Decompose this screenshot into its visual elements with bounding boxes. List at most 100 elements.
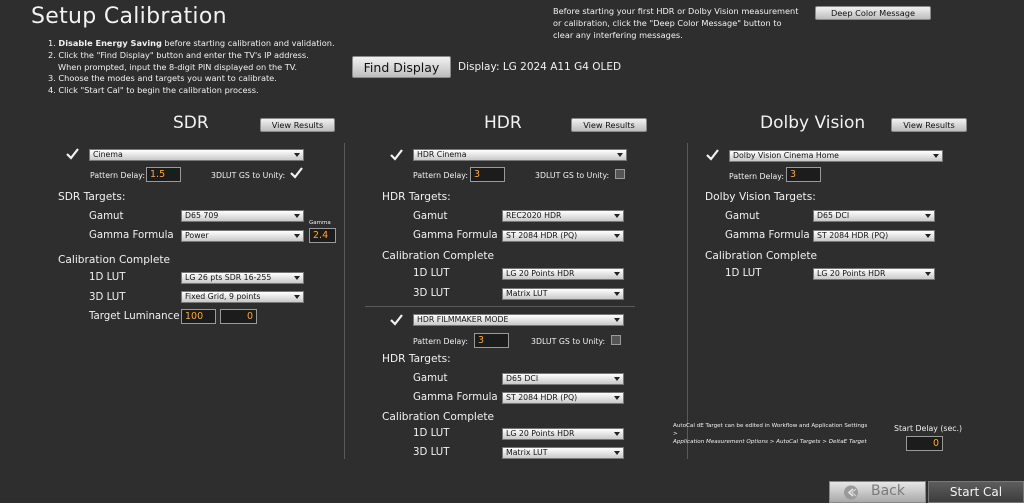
- hdr-fm-3dlut-dropdown[interactable]: Matrix LUT: [502, 447, 624, 459]
- chevron-down-icon: [614, 377, 620, 381]
- dolby-pattern-delay-label: Pattern Delay:: [729, 172, 784, 181]
- sdr-gamma-formula-label: Gamma Formula: [89, 230, 174, 241]
- sdr-targets-label: SDR Targets:: [58, 191, 126, 203]
- chevron-down-icon: [294, 214, 300, 218]
- chevron-down-icon: [614, 432, 620, 436]
- hdr-1dlut-label: 1D LUT: [413, 268, 450, 279]
- hdr-lut-unity-label: 3DLUT GS to Unity:: [535, 171, 610, 180]
- chevron-down-icon: [925, 272, 931, 276]
- hdr-gamma-formula-dropdown[interactable]: ST 2084 HDR (PQ): [502, 230, 624, 242]
- hdr-3dlut-dropdown[interactable]: Matrix LUT: [502, 288, 624, 300]
- autocal-note-line2: Application Measurement Options > AutoCa…: [673, 439, 867, 445]
- hdr-fm-gamma-formula-dropdown[interactable]: ST 2084 HDR (PQ): [502, 392, 624, 404]
- find-display-button[interactable]: Find Display: [352, 56, 451, 78]
- back-button[interactable]: Back: [829, 481, 926, 503]
- hdr-fm-3dlut-value: Matrix LUT: [506, 448, 548, 457]
- dolby-targets-label: Dolby Vision Targets:: [705, 191, 816, 203]
- sdr-pattern-delay-label: Pattern Delay:: [90, 171, 145, 180]
- chevron-down-icon: [933, 154, 939, 158]
- step2-text: 2. Click the "Find Display" button and e…: [48, 49, 309, 60]
- dolby-view-results-button[interactable]: View Results: [891, 118, 967, 132]
- autocal-note: AutoCal dE Target can be edited in Workf…: [673, 422, 873, 446]
- sdr-gamut-dropdown[interactable]: D65 709: [181, 210, 304, 222]
- hdr-title: HDR: [484, 113, 522, 133]
- hdr-fm-mode-dropdown[interactable]: HDR FILMMAKER MODE: [413, 314, 624, 326]
- sdr-enable-check-icon[interactable]: [66, 148, 79, 160]
- sdr-cal-complete-label: Calibration Complete: [58, 254, 171, 266]
- hdr-fm-gamut-value: D65 DCI: [506, 374, 539, 383]
- hdr-mode-value: HDR Cinema: [417, 150, 467, 159]
- dolby-1dlut-value: LG 20 Points HDR: [817, 269, 886, 278]
- hdr-3dlut-value: Matrix LUT: [506, 289, 548, 298]
- step1-bold: Disable Energy Saving: [58, 38, 162, 48]
- sdr-gamut-label: Gamut: [89, 211, 124, 222]
- sdr-gamma-input[interactable]: 2.4: [309, 228, 336, 243]
- hdr-enable-check-icon[interactable]: [390, 149, 403, 161]
- hdr-fm-pattern-delay-input[interactable]: 3: [474, 333, 509, 348]
- dolby-pattern-delay-input[interactable]: 3: [786, 167, 821, 182]
- hdr-fm-1dlut-dropdown[interactable]: LG 20 Points HDR: [502, 428, 624, 440]
- hdr-lut-unity-checkbox[interactable]: [615, 169, 625, 179]
- dolby-cal-complete-label: Calibration Complete: [705, 250, 818, 262]
- chevron-down-icon: [294, 153, 300, 157]
- divider-right: [687, 143, 688, 459]
- sdr-view-results-button[interactable]: View Results: [260, 118, 335, 132]
- chevron-down-icon: [614, 292, 620, 296]
- start-cal-button[interactable]: Start Cal: [928, 481, 1024, 503]
- start-delay-label: Start Delay (sec.): [894, 424, 963, 433]
- dolby-title: Dolby Vision: [760, 113, 866, 133]
- sdr-gamma-formula-dropdown[interactable]: Power: [181, 230, 304, 242]
- sdr-title: SDR: [173, 113, 209, 133]
- dolby-gamma-formula-value: ST 2084 HDR (PQ): [817, 231, 889, 240]
- dolby-gamma-formula-dropdown[interactable]: ST 2084 HDR (PQ): [813, 230, 935, 242]
- hdr-pattern-delay-input[interactable]: 3: [470, 167, 505, 182]
- chevron-down-icon: [614, 214, 620, 218]
- hdr-fm-1dlut-label: 1D LUT: [413, 428, 450, 439]
- sdr-1dlut-label: 1D LUT: [89, 272, 126, 283]
- hdr-gamut-value: REC2020 HDR: [506, 211, 562, 220]
- chevron-down-icon: [925, 214, 931, 218]
- back-label: Back: [871, 483, 905, 499]
- deep-color-note-line2: or calibration, click the "Deep Color Me…: [553, 18, 782, 28]
- step2b-text: When prompted, input the 8-digit PIN dis…: [58, 61, 297, 72]
- sdr-3dlut-dropdown[interactable]: Fixed Grid, 9 points: [181, 291, 304, 303]
- step3-text: 3. Choose the modes and targets you want…: [48, 73, 277, 84]
- hdr-fm-targets-label: HDR Targets:: [382, 353, 451, 365]
- sdr-target-lum-min-input[interactable]: 0: [220, 309, 257, 324]
- dolby-1dlut-label: 1D LUT: [725, 268, 762, 279]
- dolby-gamut-dropdown[interactable]: D65 DCI: [813, 210, 935, 222]
- hdr-targets-label: HDR Targets:: [382, 191, 451, 203]
- dolby-mode-dropdown[interactable]: Dolby Vision Cinema Home: [729, 150, 943, 162]
- sdr-mode-dropdown[interactable]: Cinema: [89, 149, 304, 161]
- dolby-enable-check-icon[interactable]: [706, 149, 719, 161]
- hdr-fm-gamut-dropdown[interactable]: D65 DCI: [502, 373, 624, 385]
- hdr-fm-mode-value: HDR FILMMAKER MODE: [417, 315, 509, 324]
- hdr-1dlut-dropdown[interactable]: LG 20 Points HDR: [502, 268, 624, 280]
- display-label: Display: LG 2024 A11 G4 OLED: [458, 61, 622, 73]
- hdr-gamut-dropdown[interactable]: REC2020 HDR: [502, 210, 624, 222]
- hdr-pattern-delay-label: Pattern Delay:: [413, 171, 468, 180]
- chevron-down-icon: [294, 276, 300, 280]
- dolby-gamma-formula-label: Gamma Formula: [725, 230, 810, 241]
- hdr-mode-dropdown[interactable]: HDR Cinema: [413, 149, 627, 161]
- sdr-3dlut-label: 3D LUT: [89, 292, 126, 303]
- deep-color-message-button[interactable]: Deep Color Message: [815, 6, 931, 20]
- dolby-1dlut-dropdown[interactable]: LG 20 Points HDR: [813, 268, 935, 280]
- chevron-down-icon: [614, 272, 620, 276]
- hdr-fm-lut-unity-checkbox[interactable]: [611, 335, 621, 345]
- start-delay-input[interactable]: 0: [906, 436, 943, 451]
- hdr-view-results-button[interactable]: View Results: [571, 118, 647, 132]
- sdr-1dlut-dropdown[interactable]: LG 26 pts SDR 16-255: [181, 272, 304, 284]
- sdr-gamma-small-label: Gamma: [309, 220, 331, 226]
- sdr-1dlut-value: LG 26 pts SDR 16-255: [185, 273, 272, 282]
- sdr-target-lum-input[interactable]: 100: [181, 309, 216, 324]
- chevron-down-icon: [294, 234, 300, 238]
- hdr-fm-pattern-delay-label: Pattern Delay:: [413, 337, 468, 346]
- step1-text: before starting calibration and validati…: [161, 38, 335, 48]
- hdr-fm-enable-check-icon[interactable]: [390, 314, 403, 326]
- hdr-fm-3dlut-label: 3D LUT: [413, 447, 450, 458]
- sdr-pattern-delay-input[interactable]: 1.5: [146, 167, 181, 182]
- page-title: Setup Calibration: [31, 4, 227, 29]
- hdr-1dlut-value: LG 20 Points HDR: [506, 269, 575, 278]
- sdr-lut-unity-check-icon[interactable]: [290, 167, 303, 179]
